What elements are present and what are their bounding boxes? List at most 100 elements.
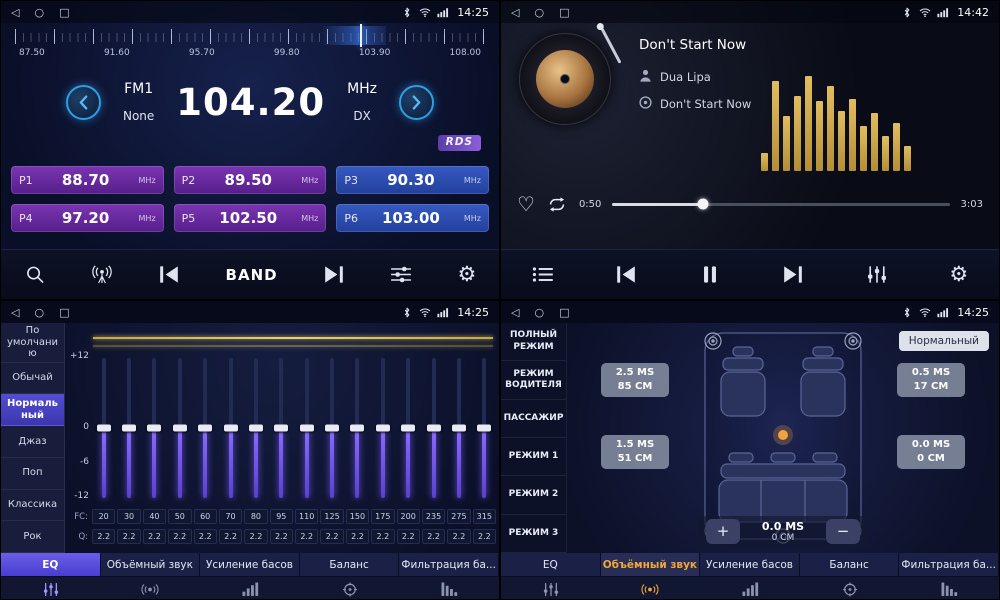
- eq-preset-item[interactable]: Джаз: [1, 426, 64, 458]
- seek-knob[interactable]: [698, 199, 709, 210]
- eq-band-slider-80[interactable]: [243, 353, 268, 503]
- playlist-button[interactable]: [528, 261, 558, 288]
- recents-icon[interactable]: □: [59, 307, 69, 318]
- delay-rear-right-button[interactable]: 0.0 MS 0 CM: [897, 435, 965, 469]
- eq-band-slider-150[interactable]: [345, 353, 370, 503]
- surround-sound-icon[interactable]: [601, 577, 701, 600]
- filter-icon[interactable]: [399, 577, 499, 600]
- recents-icon[interactable]: □: [59, 7, 69, 18]
- surround-mode-2[interactable]: РЕЖИМ ВОДИТЕЛЯ: [501, 361, 566, 399]
- eq-preset-item[interactable]: Обычай: [1, 363, 64, 395]
- eq-band-slider-60[interactable]: [193, 353, 218, 503]
- eq-slider-knob[interactable]: [325, 425, 339, 432]
- filter-icon[interactable]: [899, 577, 999, 600]
- broadcast-icon[interactable]: [87, 261, 117, 288]
- settings-gear-button[interactable]: ⚙: [453, 260, 480, 289]
- radio-preset-p4[interactable]: P497.20MHz: [11, 204, 164, 232]
- eq-band-slider-275[interactable]: [446, 353, 471, 503]
- eq-band-slider-30[interactable]: [116, 353, 141, 503]
- tab-surround-sound[interactable]: Объёмный звук: [101, 553, 201, 576]
- tab-bass-boost[interactable]: Усиление басов: [200, 553, 300, 576]
- tab-balance[interactable]: Баланс: [800, 553, 900, 576]
- radio-preset-p2[interactable]: P289.50MHz: [174, 166, 327, 194]
- tab-bass-boost[interactable]: Усиление басов: [700, 553, 800, 576]
- eq-slider-knob[interactable]: [401, 425, 415, 432]
- radio-preset-p6[interactable]: P6103.00MHz: [336, 204, 489, 232]
- home-icon[interactable]: ○: [34, 7, 44, 18]
- tab-surround-sound[interactable]: Объёмный звук: [601, 553, 701, 576]
- favorite-button[interactable]: ♡: [517, 194, 535, 214]
- eq-slider-knob[interactable]: [224, 425, 238, 432]
- eq-slider-knob[interactable]: [198, 425, 212, 432]
- bass-boost-icon[interactable]: [200, 577, 300, 600]
- surround-mode-4[interactable]: РЕЖИМ 1: [501, 438, 566, 476]
- eq-slider-knob[interactable]: [376, 425, 390, 432]
- delay-rear-left-button[interactable]: 1.5 MS 51 CM: [601, 435, 669, 469]
- eq-band-slider-110[interactable]: [294, 353, 319, 503]
- eq-slider-knob[interactable]: [477, 425, 491, 432]
- back-icon[interactable]: ◁: [511, 307, 519, 318]
- eq-slider-knob[interactable]: [249, 425, 263, 432]
- tab-eq[interactable]: EQ: [501, 553, 601, 576]
- eq-band-slider-20[interactable]: [91, 353, 116, 503]
- settings-gear-button[interactable]: ⚙: [945, 260, 972, 289]
- previous-track-button[interactable]: [611, 261, 641, 288]
- tab-filter[interactable]: Фильтрация ба...: [899, 553, 999, 576]
- audio-settings-button[interactable]: [386, 261, 416, 288]
- tab-filter[interactable]: Фильтрация ба...: [399, 553, 499, 576]
- frequency-ruler[interactable]: 87.5091.6095.7099.80103.90108.00: [15, 27, 485, 63]
- recents-icon[interactable]: □: [559, 7, 569, 18]
- bass-boost-icon[interactable]: [700, 577, 800, 600]
- eq-band-slider-50[interactable]: [167, 353, 192, 503]
- tab-eq[interactable]: EQ: [1, 553, 101, 576]
- next-track-button[interactable]: [778, 261, 808, 288]
- eq-band-slider-95[interactable]: [269, 353, 294, 503]
- seek-bar[interactable]: [612, 203, 949, 206]
- eq-slider-knob[interactable]: [300, 425, 314, 432]
- home-icon[interactable]: ○: [34, 307, 44, 318]
- eq-preset-item[interactable]: Рок: [1, 521, 64, 553]
- delay-decrease-button[interactable]: −: [826, 519, 860, 544]
- tune-up-button[interactable]: [399, 85, 434, 120]
- radio-preset-p3[interactable]: P390.30MHz: [336, 166, 489, 194]
- delay-front-right-button[interactable]: 0.5 MS 17 CM: [897, 363, 965, 397]
- surround-mode-6[interactable]: РЕЖИМ 3: [501, 515, 566, 553]
- eq-slider-knob[interactable]: [97, 425, 111, 432]
- radio-preset-p1[interactable]: P188.70MHz: [11, 166, 164, 194]
- previous-station-button[interactable]: [154, 261, 184, 288]
- eq-slider-knob[interactable]: [427, 425, 441, 432]
- eq-band-slider-125[interactable]: [319, 353, 344, 503]
- tune-down-button[interactable]: [66, 85, 101, 120]
- equalizer-button[interactable]: [862, 261, 892, 288]
- eq-slider-knob[interactable]: [147, 425, 161, 432]
- eq-band-slider-175[interactable]: [370, 353, 395, 503]
- eq-preset-item[interactable]: Классика: [1, 490, 64, 522]
- delay-front-left-button[interactable]: 2.5 MS 85 CM: [601, 363, 669, 397]
- back-icon[interactable]: ◁: [11, 307, 19, 318]
- band-button[interactable]: BAND: [222, 262, 282, 288]
- balance-icon[interactable]: [800, 577, 900, 600]
- eq-band-slider-200[interactable]: [396, 353, 421, 503]
- next-station-button[interactable]: [319, 261, 349, 288]
- radio-preset-p5[interactable]: P5102.50MHz: [174, 204, 327, 232]
- eq-band-slider-315[interactable]: [472, 353, 497, 503]
- eq-preset-item[interactable]: По умолчанию: [1, 323, 64, 363]
- eq-preset-item[interactable]: Нормальный: [1, 394, 64, 426]
- surround-mode-5[interactable]: РЕЖИМ 2: [501, 476, 566, 514]
- surround-preset-button[interactable]: Нормальный: [899, 331, 989, 351]
- eq-icon[interactable]: [1, 577, 101, 600]
- eq-icon[interactable]: [501, 577, 601, 600]
- eq-slider-knob[interactable]: [173, 425, 187, 432]
- search-button[interactable]: [20, 261, 50, 288]
- listening-position-dot[interactable]: [778, 430, 788, 440]
- balance-icon[interactable]: [300, 577, 400, 600]
- eq-slider-knob[interactable]: [122, 425, 136, 432]
- surround-sound-icon[interactable]: [101, 577, 201, 600]
- recents-icon[interactable]: □: [559, 307, 569, 318]
- eq-band-slider-235[interactable]: [421, 353, 446, 503]
- tab-balance[interactable]: Баланс: [300, 553, 400, 576]
- home-icon[interactable]: ○: [534, 307, 544, 318]
- delay-increase-button[interactable]: +: [706, 519, 740, 544]
- eq-band-slider-40[interactable]: [142, 353, 167, 503]
- repeat-button[interactable]: [546, 197, 568, 212]
